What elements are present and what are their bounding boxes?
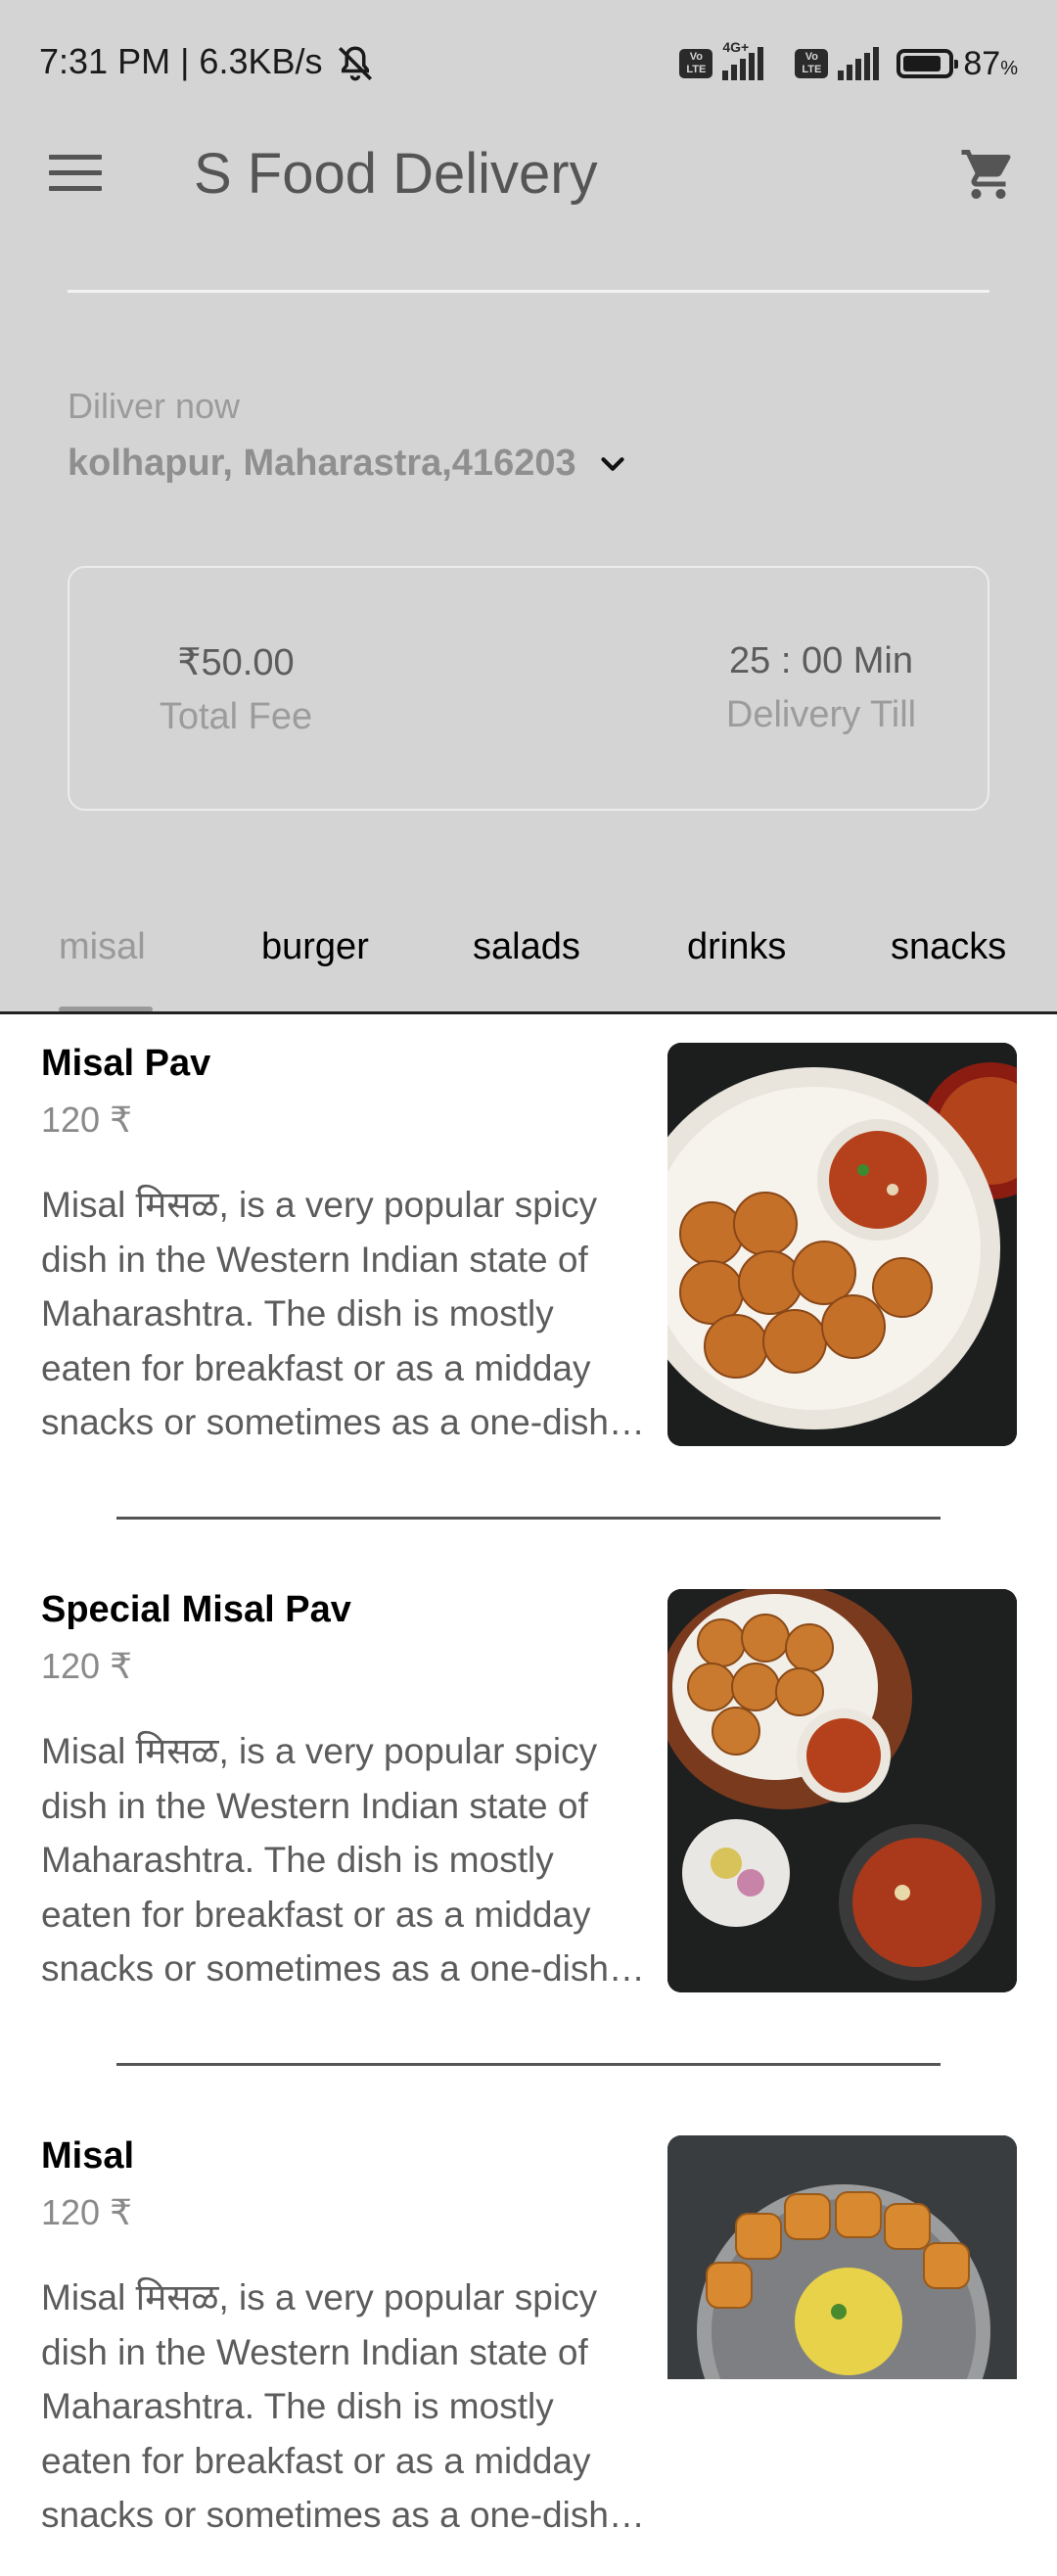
menu-item[interactable]: Misal 120 ₹ Misal मिसळ, is a very popula… — [0, 2106, 1057, 2576]
item-price: 120 ₹ — [41, 2192, 132, 2232]
chevron-down-icon — [601, 456, 624, 471]
header-divider — [68, 290, 989, 293]
food-image — [667, 1043, 1017, 1446]
tab-snacks[interactable]: snacks — [891, 926, 1006, 968]
item-description: Misal मिसळ, is a very popular spicy dish… — [41, 1731, 609, 1989]
deliver-now-label: Diliver now — [68, 386, 241, 426]
status-bar: 7:31 PM | 6.3KB/s Vo LTE 4G+ Vo LTE 87% — [0, 0, 1057, 127]
status-time: 7:31 PM | 6.3KB/s — [39, 41, 323, 81]
item-name: Misal — [41, 2135, 135, 2177]
special-misal-pav-photo-icon — [667, 1589, 1017, 1992]
volte-icon-2: Vo LTE — [795, 49, 829, 78]
delivery-time-value: 25 : 00 Min — [729, 640, 913, 681]
tab-misal[interactable]: misal — [59, 926, 146, 968]
food-image — [667, 2135, 1017, 2379]
item-name: Misal Pav — [41, 1043, 211, 1084]
status-indicators: Vo LTE 4G+ Vo LTE 87% — [679, 39, 1018, 88]
battery-level — [903, 56, 942, 71]
address-selector[interactable]: kolhapur, Maharastra,416203 — [68, 443, 631, 485]
app-title: S Food Delivery — [194, 142, 598, 206]
signal-icon: 4G+ — [722, 39, 785, 80]
item-divider — [116, 2063, 941, 2066]
item-divider — [116, 1517, 941, 1520]
header-area: 7:31 PM | 6.3KB/s Vo LTE 4G+ Vo LTE 87% … — [0, 0, 1057, 1013]
misal-photo-icon — [667, 2135, 1017, 2379]
tab-burger[interactable]: burger — [261, 926, 369, 968]
bell-off-icon — [339, 46, 372, 81]
tab-salads[interactable]: salads — [473, 926, 580, 968]
misal-pav-photo-icon — [667, 1043, 1017, 1446]
battery-percent: 87% — [963, 44, 1018, 82]
item-name: Special Misal Pav — [41, 1589, 351, 1630]
address-text: kolhapur, Maharastra,416203 — [68, 443, 576, 484]
menu-item[interactable]: Special Misal Pav 120 ₹ Misal मिसळ, is a… — [0, 1560, 1057, 2030]
tab-drinks[interactable]: drinks — [687, 926, 786, 968]
item-price: 120 ₹ — [41, 1646, 132, 1686]
signal-icon-2 — [838, 47, 887, 80]
total-fee-block: ₹50.00 Total Fee — [138, 640, 334, 738]
item-price: 120 ₹ — [41, 1100, 132, 1140]
delivery-info-card: ₹50.00 Total Fee 25 : 00 Min Delivery Ti… — [68, 566, 989, 811]
item-description: Misal मिसळ, is a very popular spicy dish… — [41, 1185, 609, 1442]
food-image — [667, 1589, 1017, 1992]
item-description: Misal मिसळ, is a very popular spicy dish… — [41, 2277, 609, 2535]
volte-icon: Vo LTE — [679, 49, 713, 78]
menu-item[interactable]: Misal Pav 120 ₹ Misal मिसळ, is a very po… — [0, 1013, 1057, 1483]
menu-icon[interactable] — [49, 155, 102, 194]
cart-icon[interactable] — [959, 145, 1018, 204]
total-fee-value: ₹50.00 — [177, 642, 295, 683]
category-tabs: misal burger salads drinks snacks — [0, 911, 1057, 1013]
total-fee-label: Total Fee — [159, 696, 313, 737]
delivery-time-block: 25 : 00 Min Delivery Till — [713, 640, 929, 736]
battery-icon — [896, 49, 959, 78]
network-type: 4G+ — [722, 39, 750, 55]
delivery-time-label: Delivery Till — [725, 694, 917, 735]
